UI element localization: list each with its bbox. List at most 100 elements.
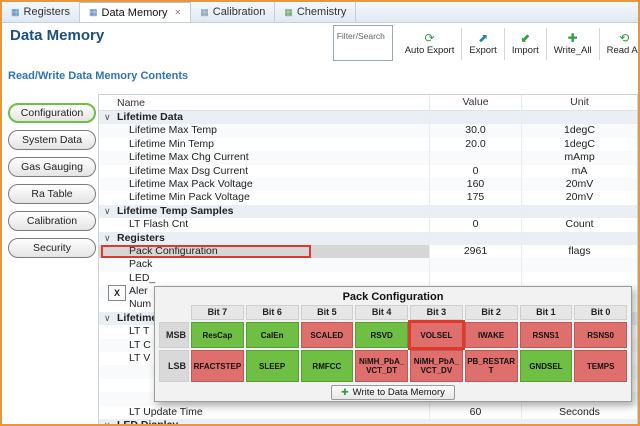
sidebar-item-system-data[interactable]: System Data — [8, 130, 96, 150]
section-row-lifetime-temp-samples[interactable]: ∨ Lifetime Temp Samples — [99, 204, 637, 219]
sidebar-item-security[interactable]: Security — [8, 238, 96, 258]
table-row-pack-configuration[interactable]: Pack Configuration 2961 flags — [99, 244, 637, 259]
chevron-down-icon: ∨ — [104, 312, 111, 323]
bit-cell-gndsel[interactable]: GNDSEL — [519, 350, 573, 382]
auto-export-button[interactable]: ⟳ Auto Export — [399, 23, 461, 65]
cell-value: 60 — [429, 405, 521, 419]
section-row-registers[interactable]: ∨ Registers — [99, 231, 637, 245]
cell-unit: 1degC — [521, 137, 637, 152]
table-row-pack[interactable]: Pack — [99, 258, 637, 272]
cell-unit — [521, 204, 637, 219]
bit-cell-calen[interactable]: CalEn — [245, 322, 299, 348]
section-row-lifetime-data[interactable]: ∨ Lifetime Data — [99, 111, 637, 125]
cell-unit: mA — [521, 164, 637, 178]
toolbar-button-label: Read All — [606, 45, 640, 56]
bit-cell-nimh-pba-vct-dv[interactable]: NiMH_PbA_VCT_DV — [410, 350, 463, 382]
bit-cell-iwake[interactable]: IWAKE — [464, 322, 518, 348]
tab-close-icon[interactable]: ✕ — [175, 8, 182, 17]
filter-search-box[interactable] — [332, 25, 393, 61]
bit-cell-rsns1[interactable]: RSNS1 — [519, 322, 573, 348]
table-row-led[interactable]: LED_ — [99, 271, 637, 286]
cell-unit — [521, 231, 637, 245]
cell-value: 160 — [429, 177, 521, 192]
bit-cell-rsvd[interactable]: RSVD — [355, 322, 408, 348]
table-row-lifetime-max-temp[interactable]: Lifetime Max Temp 30.0 1degC — [99, 124, 637, 138]
tab-calibration[interactable]: ▦ Calibration — [191, 2, 276, 22]
sidebar: Configuration System Data Gas Gauging Ra Ta… — [8, 103, 96, 258]
cell-name: Lifetime Max Chg Current — [129, 151, 249, 164]
import-icon: ⬋ — [520, 31, 531, 45]
sidebar-item-gas-gauging[interactable]: Gas Gauging — [8, 157, 96, 177]
cell-value: 0 — [429, 218, 521, 232]
popup-title: Pack Configuration — [342, 291, 444, 303]
cell-unit: 1degC — [521, 124, 637, 138]
write-all-button[interactable]: ✚ Write_All — [548, 23, 598, 65]
bit-cell-temps[interactable]: TEMPS — [574, 350, 627, 382]
write-button-label: Write to Data Memory — [352, 387, 445, 398]
import-button[interactable]: ⬋ Import — [506, 23, 545, 65]
cell-name: LT Update Time — [129, 405, 203, 418]
tab-chemistry[interactable]: ▦ Chemistry — [275, 2, 357, 22]
cell-unit — [521, 418, 637, 424]
sidebar-item-configuration[interactable]: Configuration — [8, 103, 96, 123]
bit-cell-rmfcc[interactable]: RMFCC — [300, 350, 354, 382]
cell-name: ∨ LED Display — [99, 419, 429, 424]
bit-cell-pb-restart[interactable]: PB_RESTART — [464, 350, 518, 382]
toolbar-separator — [503, 28, 505, 60]
export-button[interactable]: ⬈ Export — [463, 23, 502, 65]
bit-header-bit-3: Bit 3 — [410, 305, 463, 320]
bit-cell-rsns0[interactable]: RSNS0 — [574, 322, 627, 348]
registers-icon: ▦ — [11, 6, 20, 17]
cell-name: Lifetime Max Pack Voltage — [129, 177, 253, 190]
toolbar-separator — [545, 28, 547, 60]
bit-cell-nimh-pba-vct-dt[interactable]: NiMH_PbA_VCT_DT — [355, 350, 408, 382]
bit-cell-scaled[interactable]: SCALED — [300, 322, 354, 348]
sidebar-item-ra-table[interactable]: Ra Table — [8, 184, 96, 204]
section-row-led-display[interactable]: ∨ LED Display — [99, 418, 637, 424]
byte-label-msb: MSB — [159, 322, 189, 348]
toolbar-separator — [598, 28, 600, 60]
cell-name: ∨ Lifetime Data — [104, 111, 183, 123]
bit-cell-volsel[interactable]: VOLSEL — [408, 320, 465, 350]
tab-label: Registers — [23, 6, 70, 18]
cell-unit — [521, 111, 637, 125]
byte-label-lsb: LSB — [159, 350, 189, 382]
table-row-lifetime-max-dsg-current[interactable]: Lifetime Max Dsg Current 0 mA — [99, 164, 637, 178]
read-all-icon: ⟲ — [619, 31, 630, 45]
cell-name: Pack — [129, 258, 153, 271]
tab-label: Data Memory — [101, 6, 168, 19]
table-row-lifetime-max-pack-voltage[interactable]: Lifetime Max Pack Voltage 160 20mV — [99, 177, 637, 192]
tab-bar: ▦ Registers ▦ Data Memory ✕ ▦ Calibration ▦ Chem… — [2, 2, 638, 23]
sidebar-item-calibration[interactable]: Calibration — [8, 211, 96, 231]
table-row-lt-flash-cnt[interactable]: LT Flash Cnt 0 Count — [99, 218, 637, 232]
grid-corner — [159, 305, 189, 320]
cell-value — [429, 418, 521, 424]
tab-data-memory[interactable]: ▦ Data Memory ✕ — [79, 2, 192, 22]
table-row-lifetime-max-chg-current[interactable]: Lifetime Max Chg Current mAmp — [99, 151, 637, 165]
table-row-lt-update-time[interactable]: LT Update Time 60 Seconds — [99, 405, 637, 419]
filter-search-input[interactable] — [333, 29, 392, 43]
bit-header-bit-1: Bit 1 — [519, 305, 573, 320]
chevron-down-icon: ∨ — [104, 112, 111, 122]
bit-cell-rescap[interactable]: ResCap — [191, 322, 244, 348]
popup-footer: ✚ Write to Data Memory — [155, 385, 631, 400]
column-header-unit: Unit — [521, 95, 637, 110]
table-row-lifetime-min-temp[interactable]: Lifetime Min Temp 20.0 1degC — [99, 137, 637, 152]
table-row-lifetime-min-pack-voltage[interactable]: Lifetime Min Pack Voltage 175 20mV — [99, 191, 637, 205]
tab-registers[interactable]: ▦ Registers — [2, 2, 80, 22]
popup-close-button[interactable]: X — [108, 285, 126, 301]
bit-cell-rfactstep[interactable]: RFACTSTEP — [191, 350, 244, 382]
cell-name: Lifetime Min Temp — [129, 137, 215, 150]
toolbar-button-label: Write_All — [553, 45, 592, 56]
cell-value: 20.0 — [429, 137, 521, 152]
cell-name: Pack Configuration — [99, 244, 429, 259]
toolbar: ⟳Auto Export⬈Export⬋Import✚Write_All⟲Rea… — [332, 23, 640, 65]
bit-cell-sleep[interactable]: SLEEP — [245, 350, 299, 382]
page-title: Data Memory — [10, 27, 105, 44]
chevron-down-icon: ∨ — [104, 232, 111, 243]
cell-unit: Count — [521, 218, 637, 232]
cell-unit: flags — [521, 244, 637, 259]
cell-name: Lifetime Max Temp — [129, 124, 217, 137]
read-all-button[interactable]: ⟲ Read All — [601, 23, 640, 65]
write-to-data-memory-button[interactable]: ✚ Write to Data Memory — [331, 385, 455, 400]
